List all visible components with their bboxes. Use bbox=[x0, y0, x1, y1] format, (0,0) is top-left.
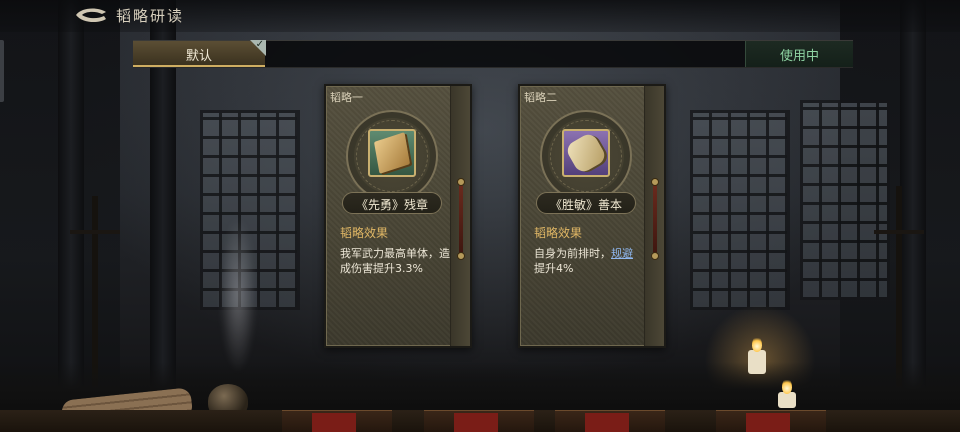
lattice-window-far-right bbox=[800, 100, 890, 300]
back-button[interactable] bbox=[72, 4, 112, 26]
rail-track bbox=[653, 184, 657, 256]
incense-smoke bbox=[218, 210, 258, 380]
item-name: 《胜敏》善本 bbox=[549, 198, 622, 212]
candle-flame bbox=[782, 378, 792, 394]
book-far-right bbox=[716, 410, 826, 432]
candelabra-arm bbox=[70, 230, 120, 234]
effect-text-after: 提升4% bbox=[534, 262, 574, 275]
term-link-evasion[interactable]: 规避 bbox=[611, 247, 633, 260]
card-rail bbox=[450, 86, 470, 346]
rail-knob-bottom bbox=[651, 252, 659, 260]
strategy-card-1[interactable]: 韬略一 《先勇》残章 韬略效果 我军武力最高单体，造成伤害提升3.3% bbox=[324, 84, 472, 348]
side-drawer-handle[interactable] bbox=[0, 40, 4, 102]
item-slot[interactable] bbox=[562, 129, 610, 177]
back-arrow-icon bbox=[76, 8, 106, 23]
scheme-tab-default[interactable]: 默认 ✓ bbox=[133, 39, 266, 67]
book-center bbox=[424, 410, 534, 432]
candle-flame bbox=[752, 336, 762, 352]
scheme-bar: 默认 ✓ 使用中 bbox=[133, 39, 853, 68]
scroll-icon bbox=[564, 131, 608, 175]
scheme-tab-label: 默认 bbox=[185, 49, 212, 64]
rail-knob-top bbox=[457, 178, 465, 186]
book-left bbox=[282, 410, 392, 432]
item-slot[interactable] bbox=[368, 129, 416, 177]
effect-text-before: 自身为前排时， bbox=[534, 247, 611, 260]
page-title: 韬略研读 bbox=[116, 7, 185, 25]
in-use-label: 使用中 bbox=[779, 49, 819, 64]
effect-title: 韬略效果 bbox=[340, 226, 389, 240]
book-right bbox=[555, 410, 665, 432]
effect-text: 我军武力最高单体，造成伤害提升3.3% bbox=[340, 247, 450, 275]
candle bbox=[748, 350, 766, 374]
rail-knob-top bbox=[651, 178, 659, 186]
in-use-button[interactable]: 使用中 bbox=[745, 41, 853, 67]
check-icon: ✓ bbox=[255, 39, 264, 50]
rail-track bbox=[459, 184, 463, 256]
book-icon bbox=[373, 132, 411, 174]
item-name-plate: 《胜敏》善本 bbox=[536, 192, 636, 214]
rail-knob-bottom bbox=[457, 252, 465, 260]
card-tag: 韬略一 bbox=[330, 91, 363, 104]
effect-text: 自身为前排时，规避提升4% bbox=[534, 246, 646, 276]
card-tag: 韬略二 bbox=[524, 91, 557, 104]
card-rail bbox=[644, 86, 664, 346]
item-name-plate: 《先勇》残章 bbox=[342, 192, 442, 214]
item-name: 《先勇》残章 bbox=[355, 198, 428, 212]
candelabra-arm bbox=[874, 230, 924, 234]
top-bar: 韬略研读 bbox=[0, 0, 960, 32]
lattice-window-right bbox=[690, 110, 790, 310]
candle bbox=[778, 392, 796, 408]
strategy-card-2[interactable]: 韬略二 《胜敏》善本 韬略效果 自身为前排时，规避提升4% bbox=[518, 84, 666, 348]
effect-title: 韬略效果 bbox=[534, 226, 583, 240]
